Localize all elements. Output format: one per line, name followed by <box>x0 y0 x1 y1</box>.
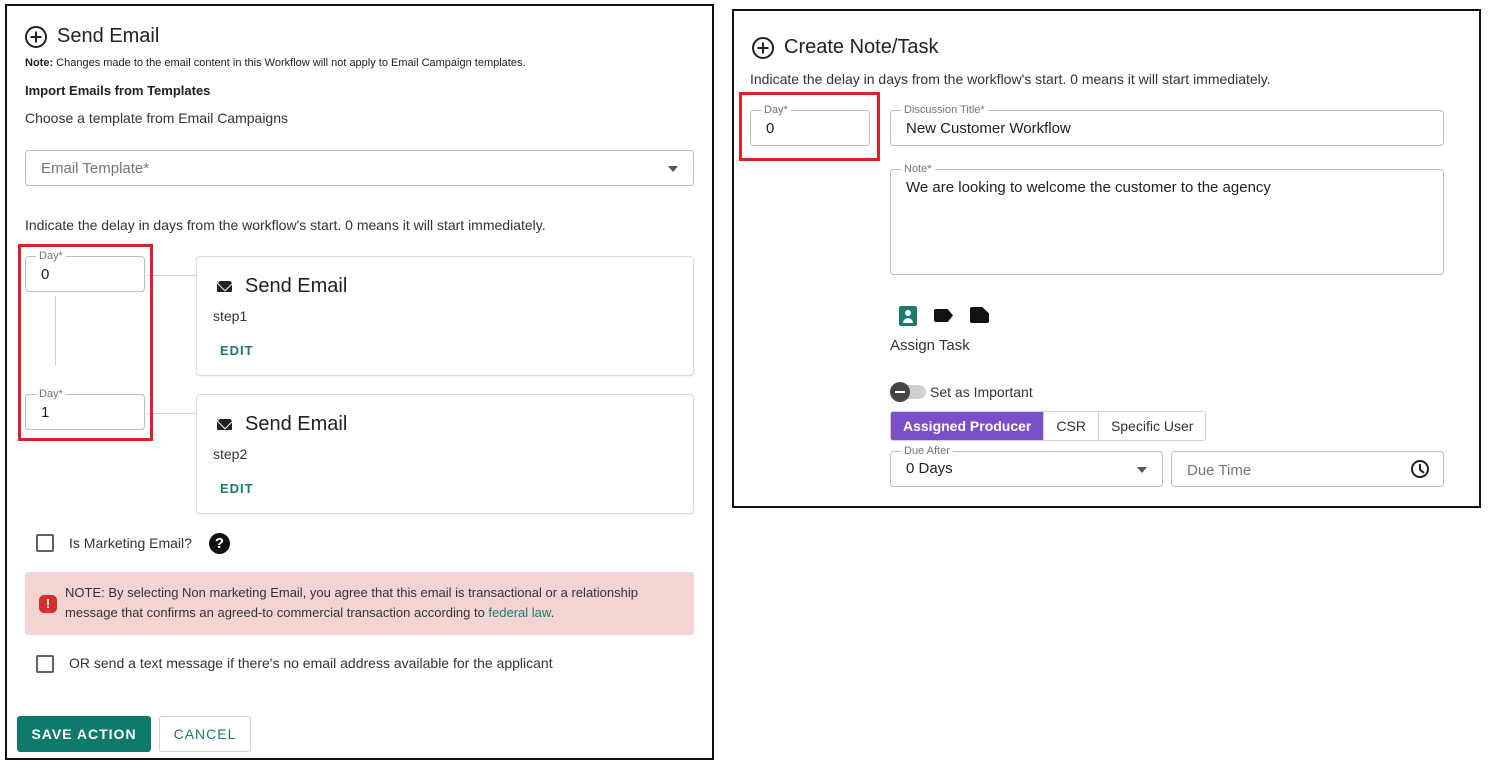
day-highlight-box <box>18 244 153 441</box>
edit-step1-button[interactable]: EDIT <box>220 343 254 358</box>
due-after-value: 0 Days <box>906 460 953 477</box>
note-label: Note: <box>25 57 54 69</box>
note-field[interactable]: Note* We are looking to welcome the cust… <box>890 163 1444 275</box>
choose-template-text: Choose a template from Email Campaigns <box>25 110 289 126</box>
save-action-button[interactable]: SAVE ACTION <box>17 716 151 752</box>
import-heading: Import Emails from Templates <box>25 83 211 98</box>
cancel-button[interactable]: CANCEL <box>159 716 251 752</box>
chevron-down-icon <box>668 166 678 172</box>
marketing-email-label: Is Marketing Email? <box>69 535 192 551</box>
tag-icon[interactable] <box>934 309 953 322</box>
important-toggle[interactable] <box>890 382 910 402</box>
email-template-placeholder: Email Template* <box>41 160 150 177</box>
create-note-title: Create Note/Task <box>784 36 939 58</box>
day-highlight-box <box>739 92 880 161</box>
note-field-label: Note* <box>901 163 935 175</box>
assign-task-icon[interactable] <box>899 306 917 326</box>
note-icon[interactable] <box>970 307 989 323</box>
create-note-panel: Create Note/Task Indicate the delay in d… <box>732 9 1481 508</box>
due-after-select[interactable]: Due After 0 Days <box>890 445 1163 487</box>
sms-fallback-checkbox[interactable] <box>36 655 54 673</box>
step-card-1: Send Email step1 EDIT <box>196 256 694 376</box>
sms-fallback-label: OR send a text message if there's no ema… <box>69 655 553 671</box>
error-icon: ! <box>39 595 57 613</box>
assignee-selector: Assigned Producer CSR Specific User <box>890 411 1207 441</box>
important-label: Set as Important <box>930 384 1033 400</box>
chevron-down-icon <box>1137 467 1147 473</box>
assign-task-label: Assign Task <box>890 337 970 354</box>
step-card-title: Send Email <box>245 413 348 435</box>
step-card-title: Send Email <box>245 275 348 297</box>
alert-text: NOTE: By selecting Non marketing Email, … <box>65 583 685 623</box>
send-email-header: Send Email <box>25 25 159 48</box>
csr-option[interactable]: CSR <box>1044 412 1099 440</box>
template-note: Note: Changes made to the email content … <box>25 57 526 69</box>
marketing-email-checkbox[interactable] <box>36 534 54 552</box>
due-time-placeholder: Due Time <box>1187 462 1252 479</box>
step-card-subtitle: step1 <box>213 308 248 324</box>
note-field-value: We are looking to welcome the customer t… <box>906 179 1271 196</box>
due-after-label: Due After <box>901 445 953 457</box>
edit-step2-button[interactable]: EDIT <box>220 481 254 496</box>
discussion-title-label: Discussion Title* <box>901 104 988 116</box>
email-template-select[interactable]: Email Template* <box>25 150 694 186</box>
connector-line <box>147 275 197 276</box>
step-card-2: Send Email step2 EDIT <box>196 394 694 514</box>
send-email-panel: Send Email Note: Changes made to the ema… <box>5 4 714 760</box>
discussion-title-field[interactable]: Discussion Title* New Customer Workflow <box>890 104 1444 146</box>
help-icon[interactable]: ? <box>209 533 230 554</box>
connector-line <box>147 413 197 414</box>
delay-hint: Indicate the delay in days from the work… <box>750 71 1271 87</box>
assigned-producer-option[interactable]: Assigned Producer <box>891 412 1045 440</box>
clock-icon[interactable] <box>1411 460 1429 478</box>
non-marketing-alert: ! NOTE: By selecting Non marketing Email… <box>25 572 694 635</box>
send-email-title: Send Email <box>57 25 160 47</box>
mail-icon <box>217 419 232 430</box>
federal-law-link[interactable]: federal law <box>488 605 550 620</box>
note-text: Changes made to the email content in thi… <box>53 57 526 69</box>
discussion-title-value: New Customer Workflow <box>906 120 1071 137</box>
create-note-header: Create Note/Task <box>752 36 939 59</box>
add-circle-icon <box>752 36 774 59</box>
alert-end: . <box>550 605 555 620</box>
specific-user-option[interactable]: Specific User <box>1098 412 1206 440</box>
add-circle-icon <box>25 25 47 48</box>
delay-hint: Indicate the delay in days from the work… <box>25 217 546 233</box>
step-card-subtitle: step2 <box>213 446 248 462</box>
mail-icon <box>217 281 232 292</box>
due-time-field[interactable]: Due Time <box>1171 451 1444 487</box>
